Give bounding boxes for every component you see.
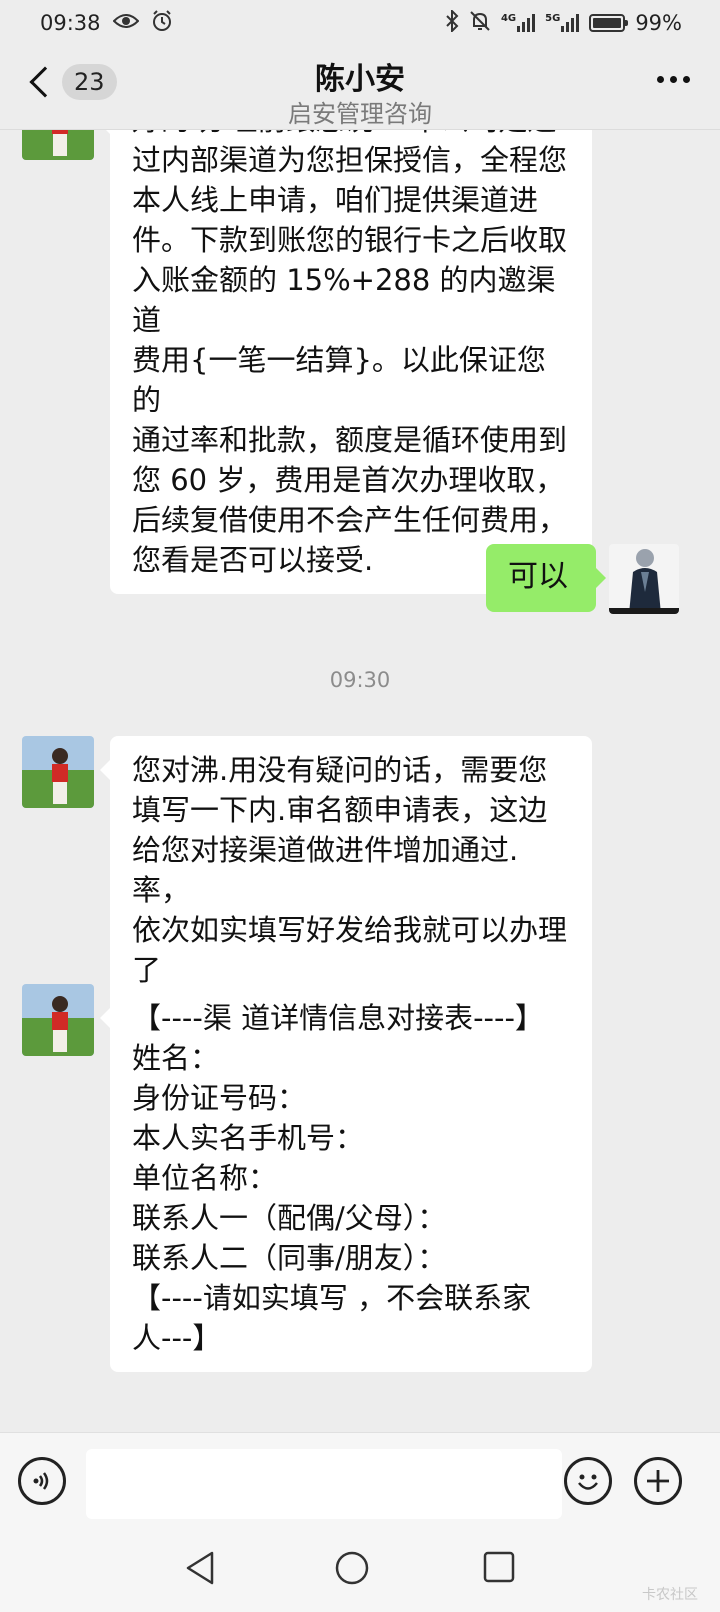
chat-header: 23 陈小安 启安管理咨询	[0, 46, 720, 130]
voice-icon	[33, 1472, 49, 1490]
signal-4g-icon: 4G	[501, 14, 536, 32]
mute-bell-icon	[469, 10, 491, 37]
eye-icon	[112, 11, 139, 35]
message-bubble[interactable]: 您对沸.用没有疑问的话，需要您 填写一下内.审名额申请表，这边 给您对接渠道做进…	[100, 736, 592, 1004]
more-options-button[interactable]	[657, 76, 690, 83]
contact-avatar[interactable]	[22, 736, 94, 808]
bluetooth-icon	[445, 8, 459, 37]
more-dot-icon	[683, 76, 690, 83]
circle-home-icon	[335, 1551, 369, 1585]
chat-message-list[interactable]: 好的 办理前跟您说 一下公司是通 过内部渠道为您担保授信，全程您 本人线上申请，…	[0, 130, 720, 1432]
signal-5g-icon: 5G	[545, 14, 580, 32]
square-recents-icon	[483, 1551, 515, 1583]
message-bubble-self[interactable]: 可以	[486, 544, 606, 612]
chat-subtitle: 启安管理咨询	[288, 100, 432, 128]
message-timestamp: 09:30	[329, 668, 391, 692]
more-dot-icon	[670, 76, 677, 83]
message-bubble[interactable]: 好的 办理前跟您说 一下公司是通 过内部渠道为您担保授信，全程您 本人线上申请，…	[100, 130, 592, 594]
message-text-input[interactable]	[86, 1449, 562, 1519]
battery-percent: 99%	[635, 11, 682, 35]
nav-recents-button[interactable]	[482, 1550, 516, 1588]
alarm-icon	[151, 9, 173, 37]
status-time: 09:38	[40, 11, 101, 35]
watermark: 卡农社区	[642, 1587, 698, 1603]
message-bubble[interactable]: 【----渠 道详情信息对接表----】 姓名： 身份证号码： 本人实名手机号：…	[100, 984, 592, 1372]
contact-avatar[interactable]	[22, 984, 94, 1056]
more-dot-icon	[657, 76, 664, 83]
status-bar: 09:38 4G 5G 99%	[0, 0, 720, 46]
chat-input-bar	[0, 1432, 720, 1530]
smiley-icon	[578, 1474, 598, 1490]
plus-icon	[647, 1470, 669, 1492]
emoji-button[interactable]	[564, 1457, 612, 1505]
self-avatar[interactable]	[609, 544, 679, 614]
triangle-back-icon	[186, 1551, 214, 1585]
more-functions-button[interactable]	[634, 1457, 682, 1505]
voice-input-button[interactable]	[18, 1457, 66, 1505]
chat-title: 陈小安	[315, 62, 405, 97]
nav-home-button[interactable]	[334, 1550, 370, 1590]
battery-icon	[589, 14, 629, 32]
nav-back-button[interactable]	[184, 1550, 216, 1590]
contact-avatar[interactable]	[22, 130, 94, 160]
system-navigation-bar: 卡农社区	[0, 1530, 720, 1612]
